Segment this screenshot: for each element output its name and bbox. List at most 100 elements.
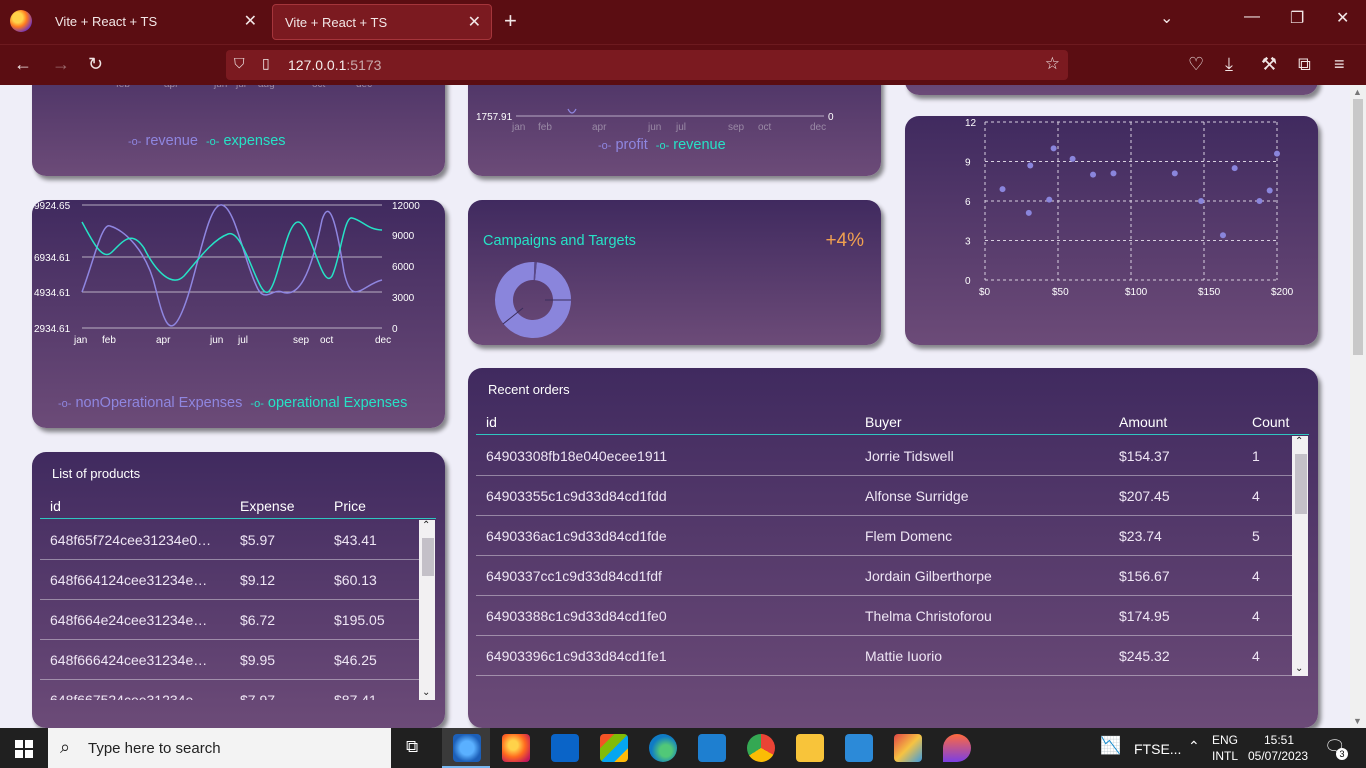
products-table-scrollbar[interactable]: ⌃ ⌄ [419,520,435,700]
scroll-down-icon[interactable]: ⌄ [422,687,430,698]
close-icon[interactable]: ✕ [468,5,481,41]
clock-date[interactable]: 05/07/2023 [1248,749,1308,763]
y2-tick-label: 0 [828,112,834,123]
scatter-chart-card: 0 3 6 9 12 $0 $50 $100 $150 $200 [905,116,1318,345]
mail-app-icon[interactable] [551,734,579,762]
scatter-point [999,186,1006,193]
photos-app-icon[interactable] [845,734,873,762]
vscode-app-icon[interactable] [698,734,726,762]
close-icon[interactable]: ✕ [244,4,257,40]
input-language[interactable]: ENG [1212,733,1238,747]
legend-label: nonOperational Expenses [75,395,243,411]
gitkraken-app-icon[interactable] [894,734,922,762]
scatter-point [1256,198,1263,204]
x-tick-label: sep [293,335,310,346]
revenue-expenses-card: feb apr jun jul aug oct dec -o- revenue … [32,85,445,176]
scrollbar-thumb[interactable] [1295,454,1307,514]
table-row[interactable]: 6490337cc1c9d33d84cd1fdf Jordain Gilbert… [476,556,1292,596]
column-header-expense[interactable]: Expense [240,498,294,514]
table-row[interactable]: 648f667524cee31234e… $7.97 $87.41 [40,680,420,700]
scatter-point [1266,187,1273,194]
reload-icon[interactable]: ↻ [88,54,103,75]
task-view-icon[interactable]: ⧉ [406,737,418,757]
column-header-id[interactable]: id [486,414,497,430]
cell-price: $87.41 [334,692,377,700]
y-tick-label: 3 [965,237,971,248]
firefox-app-icon[interactable] [502,734,530,762]
column-header-price[interactable]: Price [334,498,366,514]
scroll-up-icon[interactable]: ⌃ [422,520,430,531]
back-arrow-icon[interactable]: ← [14,54,32,75]
store-app-icon[interactable] [600,734,628,762]
table-row[interactable]: 648f65f724cee31234e0… $5.97 $43.41 [40,520,420,560]
menu-hamburger-icon[interactable]: ≡ [1334,54,1345,75]
column-header-amount[interactable]: Amount [1119,414,1167,430]
page-scrollbar[interactable]: ▲ ▼ [1350,85,1366,728]
scrollbar-thumb[interactable] [1353,99,1363,355]
scroll-down-icon[interactable]: ⌄ [1295,663,1303,674]
x-tick-label: jan [511,122,525,133]
table-row[interactable]: 64903355c1c9d33d84cd1fdd Alfonse Surridg… [476,476,1292,516]
taskbar-search-box[interactable]: ⌕ Type here to search [48,728,391,768]
column-header-count[interactable]: Count [1252,414,1289,430]
input-layout[interactable]: INTL [1212,749,1238,763]
table-row[interactable]: 64903308fb18e040ecee1911 Jorrie Tidswell… [476,436,1292,476]
x-tick-label: jan [73,335,87,346]
downloads-icon[interactable]: ⤓ [1225,54,1233,75]
products-table-header: id Expense Price [40,495,436,519]
cell-buyer: Alfonse Surridge [865,488,969,504]
y2-tick-label: 9000 [392,231,415,242]
table-row[interactable]: 64903388c1c9d33d84cd1fe0 Thelma Christof… [476,596,1292,636]
orders-title: Recent orders [488,382,570,397]
column-header-buyer[interactable]: Buyer [865,414,902,430]
restore-icon[interactable]: ❐ [1290,8,1304,28]
x-tick-label: jul [237,335,248,346]
windows-start-icon[interactable] [15,740,33,758]
window-close-icon[interactable]: ✕ [1336,8,1349,28]
x-tick-label: $200 [1271,287,1294,298]
scroll-up-icon[interactable]: ⌃ [1295,436,1303,447]
browser-tab-2-active[interactable]: Vite + React + TS ✕ [272,4,492,40]
file-explorer-app-icon[interactable] [796,734,824,762]
scrollbar-thumb[interactable] [422,538,434,576]
list-tabs-chevron-icon[interactable]: ⌄ [1160,8,1173,28]
column-header-id[interactable]: id [50,498,61,514]
scatter-chart: 0 3 6 9 12 $0 $50 $100 $150 $200 [965,118,1294,298]
cell-expense: $9.12 [240,572,276,588]
orders-table-scrollbar[interactable]: ⌃ ⌄ [1292,436,1308,676]
tools-wrench-icon[interactable]: ⚒ [1261,54,1277,75]
table-row[interactable]: 6490336ac1c9d33d84cd1fde Flem Domenc $23… [476,516,1292,556]
scroll-down-icon[interactable]: ▼ [1353,716,1362,726]
browser-tab-1[interactable]: Vite + React + TS ✕ [43,4,267,40]
tab-title: Vite + React + TS [55,14,158,29]
table-row[interactable]: 64903396c1c9d33d84cd1fe1 Mattie Iuorio $… [476,636,1292,676]
paint-drop-app-icon[interactable] [943,734,971,762]
edge-app-icon[interactable] [649,734,677,762]
minimize-icon[interactable]: — [1244,8,1260,26]
y2-tick-label: 3000 [392,293,415,304]
new-tab-icon[interactable]: + [504,8,517,34]
stock-chart-icon[interactable]: 📉 [1100,736,1121,756]
stock-ticker[interactable]: FTSE... [1134,741,1181,757]
bookmark-star-icon[interactable]: ☆ [1045,54,1060,74]
shield-icon[interactable]: ⛉ [234,55,245,72]
clock-time[interactable]: 15:51 [1264,733,1294,747]
firefox-dev-app-icon[interactable] [453,734,481,762]
chrome-app-icon[interactable] [747,734,775,762]
cell-buyer: Jordain Gilberthorpe [865,568,992,584]
firefox-logo-icon[interactable] [10,10,32,32]
extensions-icon[interactable]: ⧉ [1298,54,1311,75]
page-info-icon[interactable]: ▯ [262,55,270,72]
pocket-icon[interactable]: ♡ [1188,54,1204,75]
url-bar[interactable]: ⛉ ▯ 127.0.0.1:5173 ☆ [226,50,1068,80]
tray-chevron-icon[interactable]: ⌃ [1188,738,1200,755]
url-text[interactable]: 127.0.0.1:5173 [288,57,381,73]
scroll-up-icon[interactable]: ▲ [1353,87,1362,97]
forward-arrow-icon[interactable]: → [52,54,70,75]
table-row[interactable]: 648f664e24cee31234e… $6.72 $195.05 [40,600,420,640]
table-row[interactable]: 648f664124cee31234e… $9.12 $60.13 [40,560,420,600]
cell-amount: $245.32 [1119,648,1170,664]
table-row[interactable]: 648f666424cee31234e… $9.95 $46.25 [40,640,420,680]
chart-legend: -o- nonOperational Expenses -o- operatio… [58,395,407,411]
cell-price: $43.41 [334,532,377,548]
